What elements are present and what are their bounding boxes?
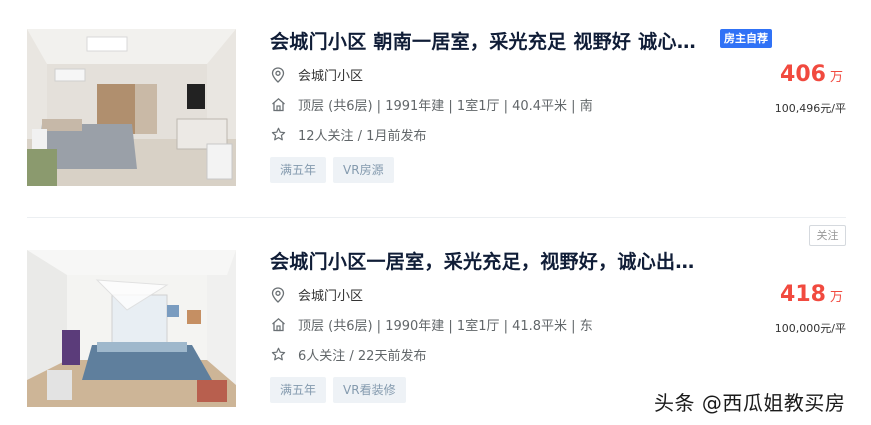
tag-item: 满五年 — [270, 157, 327, 183]
listing-photo[interactable] — [27, 250, 236, 407]
total-price: 406 万 — [780, 62, 843, 87]
watermark-text: 头条 @西瓜姐教买房 — [654, 391, 846, 415]
total-price-value: 418 — [780, 282, 826, 307]
listing-photo[interactable] — [27, 29, 236, 186]
listing-title[interactable]: 会城门小区 朝南一居室，采光充足 视野好 诚心… — [270, 27, 696, 54]
house-info-row: 顶层 (共6层) | 1990年建 | 1室1厅 | 41.8平米 | 东 — [270, 315, 593, 334]
community-link[interactable]: 会城门小区 — [298, 285, 363, 304]
location-pin-icon — [270, 66, 286, 83]
tag-list: 满五年 VR看装修 — [270, 377, 406, 403]
listing-title[interactable]: 会城门小区一居室，采光充足，视野好，诚心出… — [270, 247, 695, 274]
house-info-row: 顶层 (共6层) | 1991年建 | 1室1厅 | 40.4平米 | 南 — [270, 95, 593, 114]
community-row: 会城门小区 — [270, 285, 363, 304]
star-icon — [270, 127, 286, 143]
room-photo-image — [27, 29, 236, 186]
unit-price: 100,000元/平 — [774, 322, 846, 335]
follow-info-row: 12人关注 / 1月前发布 — [270, 125, 426, 144]
total-price: 418 万 — [780, 282, 843, 307]
follow-info-text: 12人关注 / 1月前发布 — [298, 129, 427, 144]
tag-item: VR看装修 — [333, 377, 406, 403]
location-pin-icon — [270, 286, 286, 303]
house-info-text: 顶层 (共6层) | 1990年建 | 1室1厅 | 41.8平米 | 东 — [298, 319, 593, 334]
room-photo-image — [27, 250, 236, 407]
listing-divider — [27, 217, 846, 218]
star-icon — [270, 347, 286, 363]
follow-button[interactable]: 关注 — [809, 225, 846, 246]
follow-info-row: 6人关注 / 22天前发布 — [270, 345, 426, 364]
follow-info-text: 6人关注 / 22天前发布 — [298, 349, 427, 364]
unit-price: 100,496元/平 — [774, 102, 846, 115]
tag-list: 满五年 VR房源 — [270, 157, 394, 183]
house-icon — [270, 97, 286, 113]
total-price-unit: 万 — [829, 70, 843, 85]
house-info-text: 顶层 (共6层) | 1991年建 | 1室1厅 | 40.4平米 | 南 — [298, 99, 593, 114]
house-icon — [270, 317, 286, 333]
listing-card[interactable]: 会城门小区 朝南一居室，采光充足 视野好 诚心… 房主自荐 会城门小区 顶层 (… — [0, 0, 871, 200]
total-price-unit: 万 — [829, 290, 843, 305]
tag-item: 满五年 — [270, 377, 327, 403]
community-row: 会城门小区 — [270, 65, 363, 84]
owner-recommend-badge: 房主自荐 — [720, 29, 772, 48]
tag-item: VR房源 — [333, 157, 394, 183]
total-price-value: 406 — [780, 62, 826, 87]
community-link[interactable]: 会城门小区 — [298, 65, 363, 84]
